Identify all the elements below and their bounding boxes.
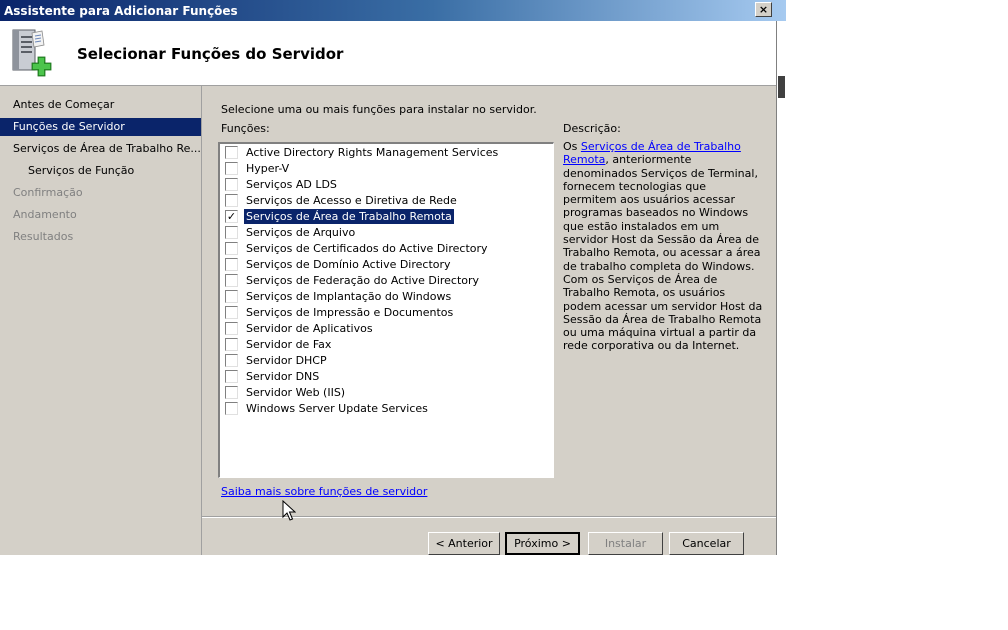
role-checkbox[interactable] bbox=[225, 274, 238, 287]
nav-item-andamento: Andamento bbox=[13, 208, 77, 221]
next-button[interactable]: Próximo > bbox=[505, 532, 580, 555]
role-item[interactable]: Serviços de Federação do Active Director… bbox=[223, 272, 543, 288]
role-label: Windows Server Update Services bbox=[246, 402, 428, 415]
role-label: Servidor Web (IIS) bbox=[246, 386, 346, 399]
description-label: Descrição: bbox=[563, 122, 621, 135]
wizard-nav: Antes de Começar Funções de Servidor Ser… bbox=[0, 86, 202, 555]
role-checkbox[interactable] bbox=[225, 306, 238, 319]
description-text: Os Serviços de Área de Trabalho Remota, … bbox=[563, 140, 763, 353]
role-item[interactable]: Serviços de Arquivo bbox=[223, 224, 543, 240]
role-item[interactable]: Servidor DNS bbox=[223, 368, 543, 384]
cancel-button[interactable]: Cancelar bbox=[669, 532, 744, 555]
role-checkbox[interactable] bbox=[225, 402, 238, 415]
role-label: Serviços de Acesso e Diretiva de Rede bbox=[246, 194, 457, 207]
role-label: Servidor de Fax bbox=[246, 338, 332, 351]
role-checkbox[interactable]: ✓ bbox=[225, 210, 238, 223]
role-label: Serviços de Área de Trabalho Remota bbox=[244, 209, 454, 224]
role-checkbox[interactable] bbox=[225, 178, 238, 191]
page-title: Selecionar Funções do Servidor bbox=[77, 45, 344, 63]
role-checkbox[interactable] bbox=[225, 386, 238, 399]
role-item[interactable]: Serviços de Certificados do Active Direc… bbox=[223, 240, 543, 256]
role-checkbox[interactable] bbox=[225, 322, 238, 335]
description-prefix: Os bbox=[563, 140, 581, 153]
close-icon: × bbox=[758, 3, 769, 16]
wizard-content: Selecione uma ou mais funções para insta… bbox=[202, 86, 776, 555]
nav-item-resultados: Resultados bbox=[13, 230, 74, 243]
role-checkbox[interactable] bbox=[225, 194, 238, 207]
nav-item-antes-de-comecar[interactable]: Antes de Começar bbox=[0, 96, 201, 114]
role-item[interactable]: Servidor DHCP bbox=[223, 352, 543, 368]
window-scrollbar[interactable] bbox=[776, 21, 786, 555]
role-item[interactable]: Servidor de Aplicativos bbox=[223, 320, 543, 336]
scrollbar-thumb[interactable] bbox=[778, 76, 785, 98]
role-checkbox[interactable] bbox=[225, 242, 238, 255]
role-checkbox[interactable] bbox=[225, 338, 238, 351]
role-label: Servidor de Aplicativos bbox=[246, 322, 373, 335]
roles-label: Funções: bbox=[221, 122, 270, 135]
role-checkbox[interactable] bbox=[225, 354, 238, 367]
back-button[interactable]: < Anterior bbox=[428, 532, 500, 555]
role-item[interactable]: ✓ Serviços de Área de Trabalho Remota bbox=[223, 208, 543, 224]
role-item[interactable]: Servidor Web (IIS) bbox=[223, 384, 543, 400]
nav-item-funcoes-de-servidor[interactable]: Funções de Servidor bbox=[0, 118, 201, 136]
role-checkbox[interactable] bbox=[225, 226, 238, 239]
role-label: Serviços de Arquivo bbox=[246, 226, 356, 239]
role-checkbox[interactable] bbox=[225, 162, 238, 175]
role-label: Hyper-V bbox=[246, 162, 290, 175]
role-checkbox[interactable] bbox=[225, 370, 238, 383]
title-bar[interactable]: Assistente para Adicionar Funções × bbox=[0, 0, 786, 21]
window-title: Assistente para Adicionar Funções bbox=[4, 4, 238, 18]
role-label: Active Directory Rights Management Servi… bbox=[246, 146, 499, 159]
wizard-window: Assistente para Adicionar Funções × Sele… bbox=[0, 0, 786, 555]
close-button[interactable]: × bbox=[755, 2, 772, 17]
nav-item-servicos-area-trabalho[interactable]: Serviços de Área de Trabalho Re... bbox=[0, 140, 201, 158]
mouse-cursor-icon bbox=[282, 500, 296, 521]
role-label: Serviços de Impressão e Documentos bbox=[246, 306, 454, 319]
instruction-text: Selecione uma ou mais funções para insta… bbox=[221, 103, 537, 116]
role-label: Serviços de Certificados do Active Direc… bbox=[246, 242, 488, 255]
check-mark-icon: ✓ bbox=[226, 210, 237, 223]
role-label: Serviços AD LDS bbox=[246, 178, 337, 191]
role-item[interactable]: Hyper-V bbox=[223, 160, 543, 176]
role-label: Serviços de Implantação do Windows bbox=[246, 290, 452, 303]
nav-item-servicos-de-funcao[interactable]: Serviços de Função bbox=[0, 162, 201, 180]
role-checkbox[interactable] bbox=[225, 146, 238, 159]
role-item[interactable]: Serviços de Implantação do Windows bbox=[223, 288, 543, 304]
role-label: Servidor DNS bbox=[246, 370, 320, 383]
server-add-icon bbox=[12, 29, 52, 77]
learn-more-link[interactable]: Saiba mais sobre funções de servidor bbox=[221, 485, 427, 498]
role-item[interactable]: Serviços de Domínio Active Directory bbox=[223, 256, 543, 272]
role-item[interactable]: Active Directory Rights Management Servi… bbox=[223, 144, 543, 160]
role-item[interactable]: Serviços AD LDS bbox=[223, 176, 543, 192]
role-checkbox[interactable] bbox=[225, 290, 238, 303]
role-checkbox[interactable] bbox=[225, 258, 238, 271]
role-label: Servidor DHCP bbox=[246, 354, 327, 367]
role-item[interactable]: Serviços de Impressão e Documentos bbox=[223, 304, 543, 320]
role-item[interactable]: Windows Server Update Services bbox=[223, 400, 543, 416]
role-item[interactable]: Servidor de Fax bbox=[223, 336, 543, 352]
role-label: Serviços de Federação do Active Director… bbox=[246, 274, 480, 287]
wizard-header: Selecionar Funções do Servidor bbox=[0, 21, 776, 86]
description-suffix: , anteriormente denominados Serviços de … bbox=[563, 153, 763, 353]
role-item[interactable]: Serviços de Acesso e Diretiva de Rede bbox=[223, 192, 543, 208]
roles-list[interactable]: Active Directory Rights Management Servi… bbox=[218, 142, 554, 478]
nav-item-confirmacao: Confirmação bbox=[13, 186, 83, 199]
install-button: Instalar bbox=[588, 532, 663, 555]
role-label: Serviços de Domínio Active Directory bbox=[246, 258, 451, 271]
